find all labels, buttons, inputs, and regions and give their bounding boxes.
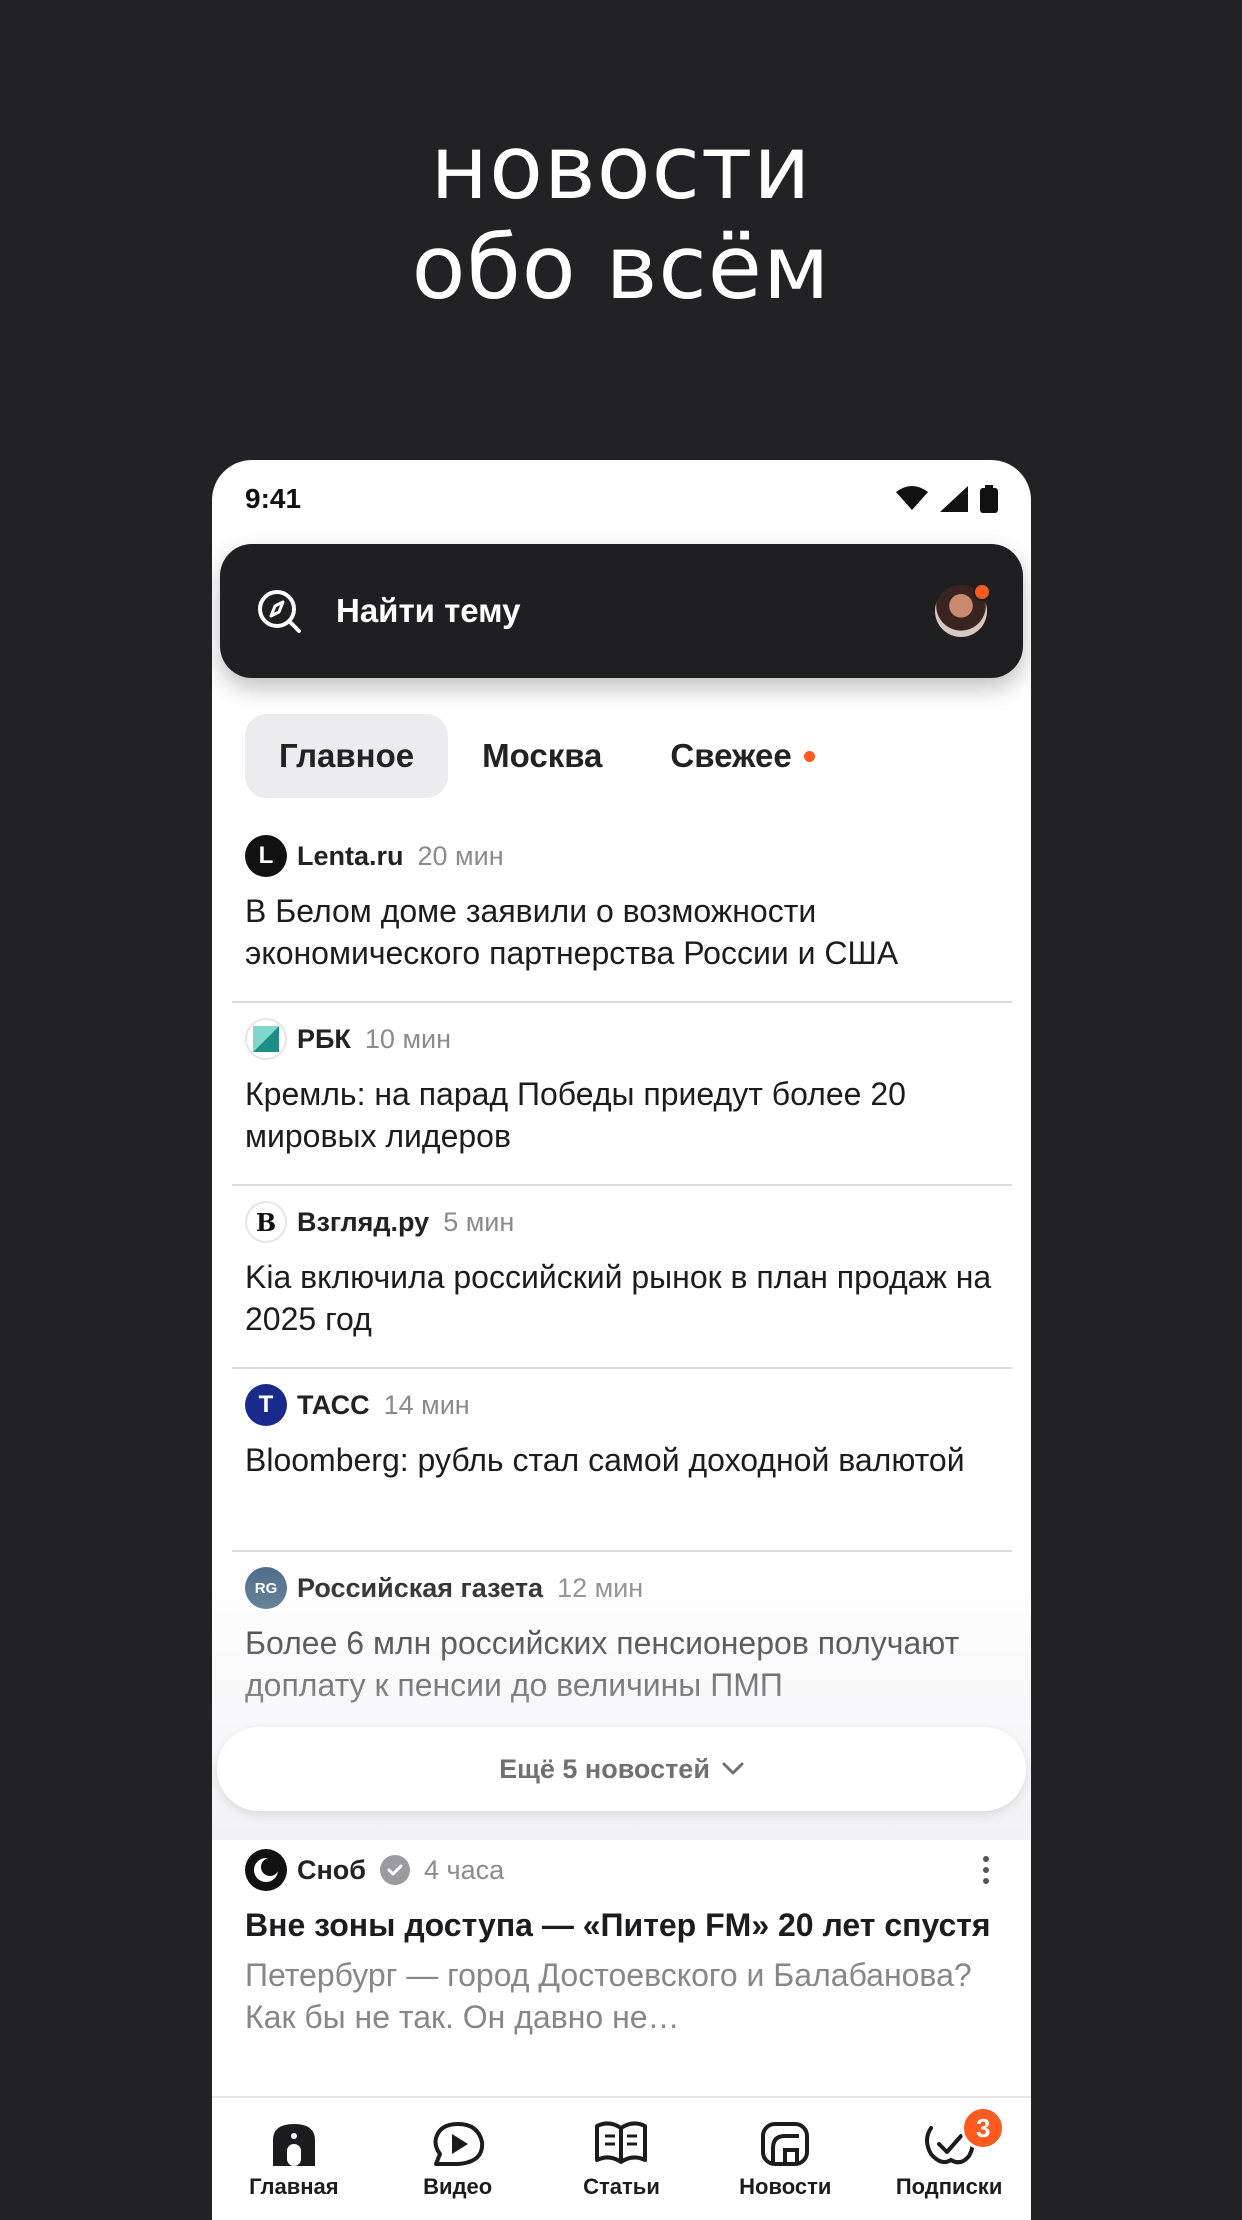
tab-fresh-label: Свежее: [670, 737, 792, 774]
vzglyad-logo-icon: B: [245, 1201, 287, 1243]
cellular-icon: [940, 486, 968, 512]
status-icons: [896, 485, 998, 513]
article-card[interactable]: Сноб 4 часа Вне зоны доступа — «Питер FM…: [245, 1848, 1005, 2038]
nav-news-label: Новости: [739, 2174, 832, 2199]
snob-logo-icon: [245, 1849, 287, 1891]
news-headline: Более 6 млн российских пенсионеров получ…: [245, 1625, 960, 1703]
nav-subscriptions[interactable]: 3 Подписки: [867, 2098, 1031, 2220]
source-name: Российская газета: [297, 1572, 544, 1603]
article-meta: Сноб 4 часа: [245, 1848, 1005, 1892]
new-indicator-dot: [803, 750, 815, 762]
play-icon: [433, 2122, 484, 2166]
tab-main[interactable]: Главное: [245, 714, 449, 798]
subscriptions-badge: 3: [961, 2106, 1006, 2150]
tab-moscow-label: Москва: [482, 737, 603, 774]
source-time: 20 мин: [417, 840, 504, 871]
tass-logo-icon: T: [245, 1384, 287, 1426]
rg-logo-icon: RG: [245, 1567, 287, 1609]
news-headline: Bloomberg: рубль стал самой доходной вал…: [245, 1442, 965, 1478]
avatar[interactable]: [935, 583, 991, 637]
tab-bar: Главное Москва Свежее: [245, 714, 849, 798]
tab-main-label: Главное: [279, 737, 415, 774]
news-item[interactable]: B Взгляд.ру 5 мин Kia включила российски…: [232, 1186, 1012, 1369]
news-item[interactable]: T ТАСС 14 мин Bloomberg: рубль стал само…: [232, 1369, 1012, 1552]
tab-moscow[interactable]: Москва: [448, 714, 636, 798]
source-name: Сноб: [297, 1854, 366, 1885]
source-time: 5 мин: [443, 1206, 515, 1237]
news-icon: [761, 2122, 810, 2166]
chevron-down-icon: [722, 1762, 744, 1775]
source-name: ТАСС: [297, 1389, 370, 1420]
tab-fresh[interactable]: Свежее: [636, 714, 848, 798]
news-meta: РБК 10 мин: [245, 1017, 999, 1061]
book-icon: [595, 2121, 648, 2164]
source-time: 4 часа: [423, 1854, 505, 1885]
nav-articles[interactable]: Статьи: [540, 2098, 704, 2220]
hero-line-2: обо всём: [411, 216, 831, 319]
news-headline: Kia включила российский рынок в план про…: [245, 1259, 992, 1337]
bottom-nav: Главная Видео Статьи Новости 3 Подписки: [212, 2096, 1031, 2220]
nav-articles-label: Статьи: [583, 2174, 660, 2199]
more-news-label: Ещё 5 новостей: [499, 1753, 710, 1784]
hero-title: новости обо всём: [0, 118, 1242, 318]
news-item[interactable]: L Lenta.ru 20 мин В Белом доме заявили о…: [232, 820, 1012, 1003]
hero-line-1: новости: [430, 116, 812, 219]
news-meta: RG Российская газета 12 мин: [245, 1566, 999, 1610]
nav-video[interactable]: Видео: [376, 2098, 540, 2220]
news-headline: В Белом доме заявили о возможности эконо…: [245, 893, 899, 971]
article-title: Вне зоны доступа — «Питер FM» 20 лет спу…: [245, 1907, 991, 1943]
status-bar: 9:41: [212, 460, 1031, 538]
lenta-logo-icon: L: [245, 835, 287, 877]
source-time: 10 мин: [364, 1023, 451, 1054]
news-meta: L Lenta.ru 20 мин: [245, 834, 999, 878]
search-bar[interactable]: Найти тему: [220, 544, 1023, 678]
compass-search-icon: [258, 590, 301, 633]
more-options-icon[interactable]: [983, 1856, 1005, 1884]
news-item[interactable]: RG Российская газета 12 мин Более 6 млн …: [232, 1552, 1012, 1735]
wifi-icon: [896, 486, 928, 510]
nav-subscriptions-label: Подписки: [895, 2174, 1003, 2199]
news-meta: B Взгляд.ру 5 мин: [245, 1200, 999, 1244]
source-name: Взгляд.ру: [297, 1206, 430, 1237]
source-time: 12 мин: [557, 1572, 644, 1603]
article-snippet: Петербург — город Достоевского и Балабан…: [245, 1957, 972, 2035]
notification-dot: [973, 583, 991, 601]
nav-home[interactable]: Главная: [212, 2098, 376, 2220]
news-item[interactable]: РБК 10 мин Кремль: на парад Победы приед…: [232, 1003, 1012, 1186]
phone-screen: 9:41 Найти тему Главное Москва Свежее L …: [212, 460, 1031, 2220]
news-headline: Кремль: на парад Победы приедут более 20…: [245, 1076, 906, 1154]
search-label: Найти тему: [336, 592, 521, 629]
more-news-button[interactable]: Ещё 5 новостей: [217, 1727, 1026, 1811]
nav-home-label: Главная: [249, 2174, 339, 2199]
rbc-logo-icon: [245, 1018, 287, 1060]
home-icon: [272, 2124, 315, 2166]
battery-icon: [980, 485, 998, 513]
news-list: L Lenta.ru 20 мин В Белом доме заявили о…: [232, 820, 1012, 1735]
status-time: 9:41: [245, 483, 302, 514]
nav-video-label: Видео: [423, 2174, 493, 2199]
source-name: Lenta.ru: [297, 840, 404, 871]
source-name: РБК: [297, 1023, 351, 1054]
verified-icon: [379, 1855, 410, 1885]
news-meta: T ТАСС 14 мин: [245, 1383, 999, 1427]
nav-news[interactable]: Новости: [703, 2098, 867, 2220]
source-time: 14 мин: [383, 1389, 470, 1420]
